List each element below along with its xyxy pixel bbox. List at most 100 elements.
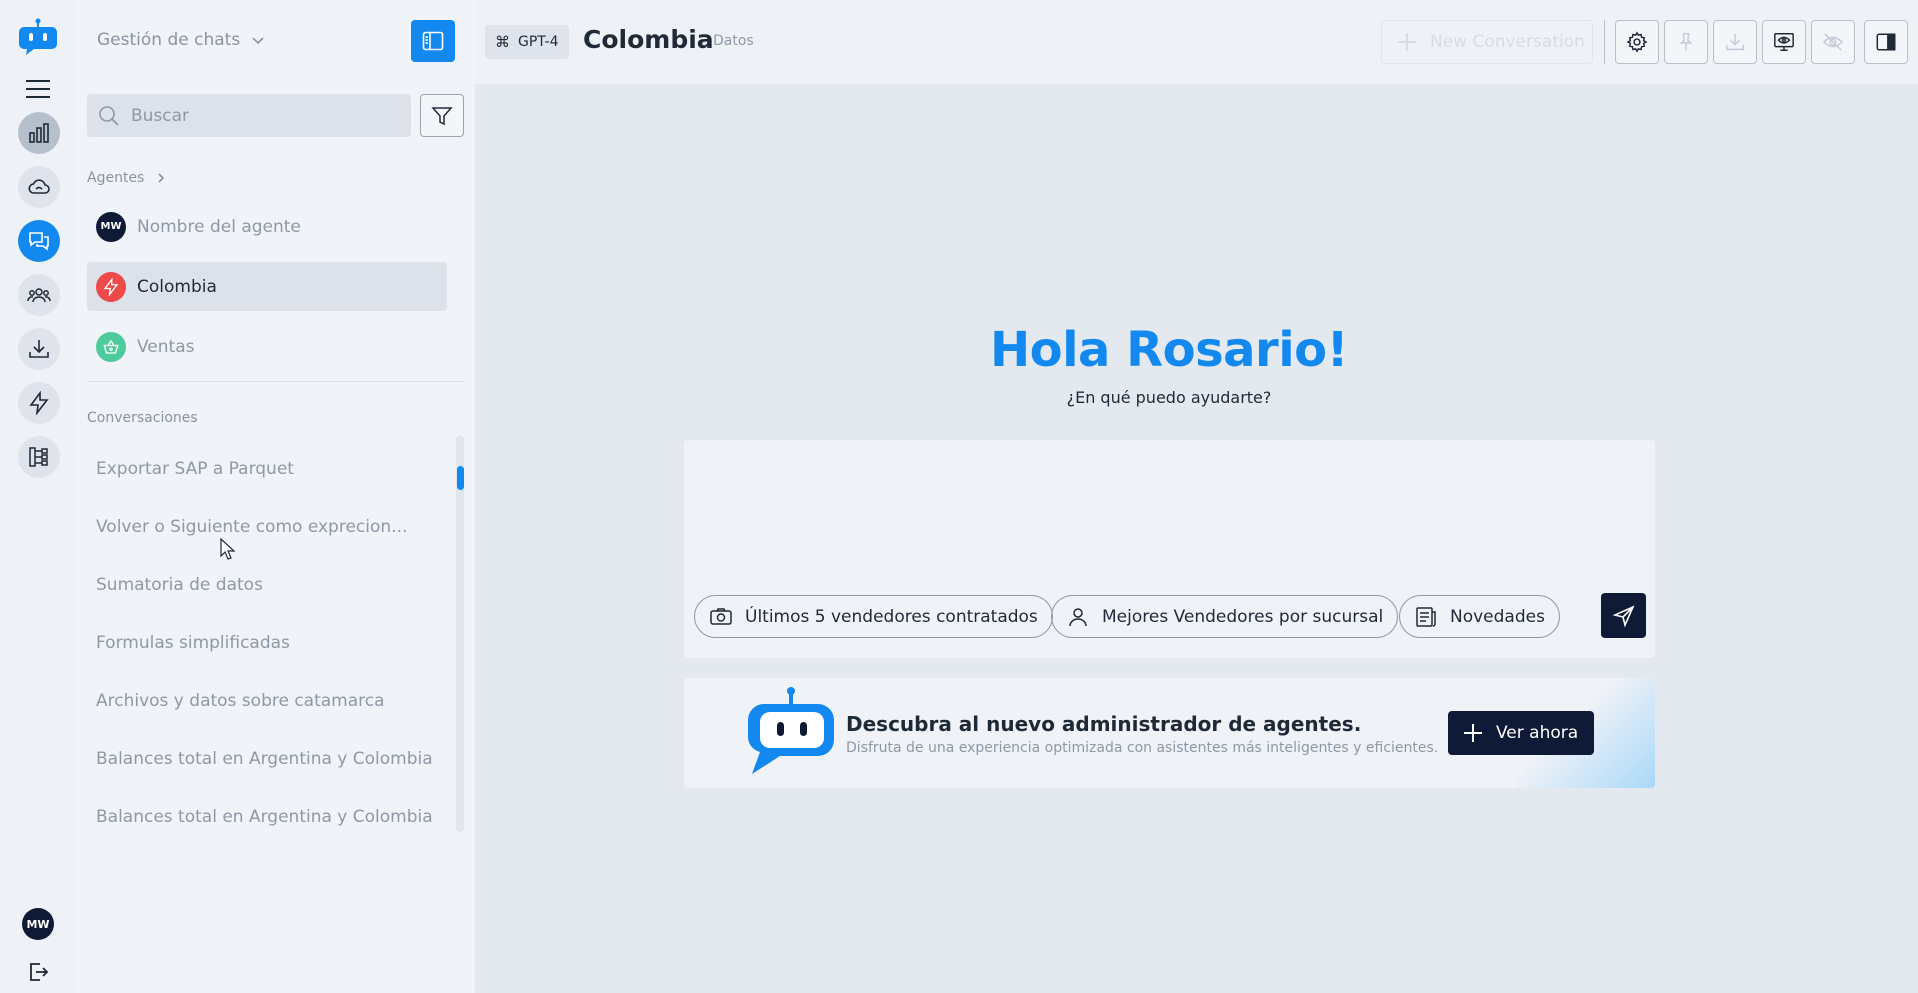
left-rail: MW [0,0,78,993]
banner-title: Descubra al nuevo administrador de agent… [846,712,1362,736]
banner-text: Disfruta de una experiencia optimizada c… [846,740,1439,756]
gear-icon [1626,31,1648,53]
news-icon [1416,606,1436,627]
agents-label: Agentes [87,170,145,186]
command-icon: ⌘ [495,33,510,51]
rail-workflow-button[interactable] [18,436,60,478]
rail-chats-button[interactable] [18,220,60,262]
sidebar-title: Gestión de chats [97,30,241,50]
chip-label: Mejores Vendedores por sucursal [1102,606,1384,627]
view-now-label: Ver ahora [1496,723,1579,743]
basket-icon [103,339,119,354]
agent-avatar: MW [96,211,126,242]
chat-management-dropdown[interactable]: Gestión de chats [97,30,266,50]
agent-item-selected[interactable]: Colombia [87,262,447,311]
agent-item[interactable]: Ventas [87,322,447,371]
bolt-icon [29,391,49,415]
header-separator [1604,20,1605,64]
bar-chart-icon [29,123,49,143]
sidebar-toggle-button[interactable] [411,20,455,62]
bot-mascot-icon [748,687,834,774]
settings-button[interactable] [1615,20,1659,64]
agent-name: Ventas [137,336,195,357]
rail-users-button[interactable] [18,274,60,316]
users-group-icon [27,288,51,303]
agent-name: Colombia [137,276,217,297]
agent-avatar [96,271,126,302]
agent-item[interactable]: MW Nombre del agente [87,202,447,251]
conversations-label: Conversaciones [87,410,198,426]
download-button[interactable] [1713,20,1757,64]
plus-icon [1398,33,1416,51]
rail-download-button[interactable] [18,328,60,370]
search-input[interactable] [131,105,391,126]
scrollbar-thumb[interactable] [457,466,464,490]
view-now-button[interactable]: Ver ahora [1448,711,1594,755]
conversation-list: Exportar SAP a Parquet Volver o Siguient… [87,440,437,846]
conversation-item[interactable]: Sumatoria de datos [87,556,437,614]
new-conversation-label: New Conversation [1430,32,1585,52]
message-input[interactable] [694,450,1634,580]
bolt-icon [103,277,119,296]
conversation-item[interactable]: Exportar SAP a Parquet [87,440,437,498]
hide-button[interactable] [1811,20,1855,64]
message-composer: Últimos 5 vendedores contratados Mejores… [684,440,1655,658]
user-avatar[interactable]: MW [22,908,54,940]
panel-right-icon [1876,33,1896,51]
search-icon [99,105,119,126]
logout-icon[interactable] [26,960,50,984]
rail-analytics-button[interactable] [18,112,60,154]
chat-sidebar: Gestión de chats Agentes MW Nombre del a… [78,0,475,993]
suggestion-chip[interactable]: Últimos 5 vendedores contratados [694,595,1053,638]
rail-bolt-button[interactable] [18,382,60,424]
chip-label: Novedades [1450,606,1545,627]
download-icon [1726,33,1744,51]
conversations-section-header: Conversaciones [87,410,198,426]
model-label: GPT-4 [518,34,559,50]
page-subtitle: Datos [713,33,754,49]
send-button[interactable] [1601,593,1646,638]
workflow-icon [29,447,48,467]
chip-label: Últimos 5 vendedores contratados [745,606,1038,627]
download-icon [29,340,49,358]
filter-icon [431,106,453,125]
agent-avatar [96,331,126,362]
conversation-item[interactable]: Formulas simplificadas [87,614,437,672]
sidebar-divider [87,381,465,382]
present-button[interactable] [1762,20,1806,64]
pin-icon [1679,33,1693,51]
bot-logo-icon[interactable] [18,18,58,58]
plus-icon [1464,724,1482,742]
right-panel-toggle-button[interactable] [1864,20,1908,64]
mouse-cursor-icon [220,538,236,560]
pin-button[interactable] [1664,20,1708,64]
monitor-eye-icon [1774,33,1794,51]
rail-cloud-button[interactable] [18,166,60,208]
suggestion-chip[interactable]: Mejores Vendedores por sucursal [1051,595,1399,638]
new-conversation-button[interactable]: New Conversation [1381,20,1593,64]
conversation-item[interactable]: Balances total en Argentina y Colombia [87,788,437,846]
eye-off-icon [1822,33,1844,51]
conversation-item[interactable]: Volver o Siguiente como exprecion... [87,498,437,556]
greeting-heading: Hola Rosario! [989,322,1349,378]
top-header: ⌘ GPT-4 Colombia Datos New Conversation [475,0,1918,84]
greeting-subheading: ¿En qué puedo ayudarte? [1066,388,1272,407]
model-selector[interactable]: ⌘ GPT-4 [485,25,569,59]
filter-button[interactable] [420,94,464,137]
chat-bubbles-icon [29,232,49,251]
user-icon [1069,607,1087,626]
conversation-item[interactable]: Archivos y datos sobre catamarca [87,672,437,730]
panel-left-icon [422,31,444,51]
suggestion-chip[interactable]: Novedades [1399,595,1560,638]
camera-icon [710,607,732,625]
search-box [87,94,411,137]
cloud-icon [28,179,50,194]
agent-name: Nombre del agente [137,216,301,237]
page-title: Colombia [583,25,714,54]
hamburger-menu-icon[interactable] [25,78,51,100]
send-icon [1612,604,1635,627]
conversation-item[interactable]: Balances total en Argentina y Colombia [87,730,437,788]
conversation-scrollbar[interactable] [456,436,464,832]
agents-section-header[interactable]: Agentes [87,170,168,186]
promo-banner: Descubra al nuevo administrador de agent… [684,678,1655,788]
